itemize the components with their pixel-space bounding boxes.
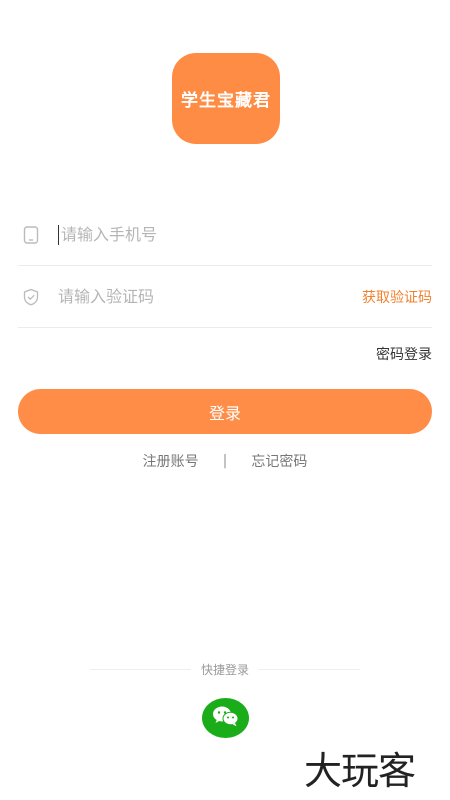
wechat-icon — [211, 704, 241, 732]
phone-icon — [20, 224, 42, 246]
phone-field-row — [18, 204, 432, 266]
code-input[interactable] — [58, 287, 362, 306]
watermark-text: 大玩客 — [304, 749, 416, 793]
app-logo-text: 学生宝藏君 — [181, 91, 271, 111]
text-caret — [58, 224, 59, 245]
quick-login-divider: 快捷登录 — [90, 661, 361, 678]
register-link[interactable]: 注册账号 — [143, 451, 199, 471]
account-links: 注册账号 | 忘记密码 — [0, 451, 450, 471]
app-logo: 学生宝藏君 — [172, 53, 280, 144]
divider-line-right — [259, 669, 361, 670]
links-separator: | — [222, 453, 228, 469]
phone-input[interactable] — [61, 225, 432, 244]
divider-line-left — [90, 669, 191, 670]
forgot-password-link[interactable]: 忘记密码 — [251, 451, 307, 471]
get-code-button[interactable]: 获取验证码 — [362, 287, 432, 307]
login-button[interactable]: 登录 — [18, 389, 432, 434]
wechat-login-button[interactable] — [202, 698, 249, 738]
quick-login-label: 快捷登录 — [201, 663, 250, 677]
shield-icon — [20, 286, 42, 308]
password-login-link[interactable]: 密码登录 — [376, 344, 432, 364]
code-field-row: 获取验证码 — [18, 266, 432, 328]
